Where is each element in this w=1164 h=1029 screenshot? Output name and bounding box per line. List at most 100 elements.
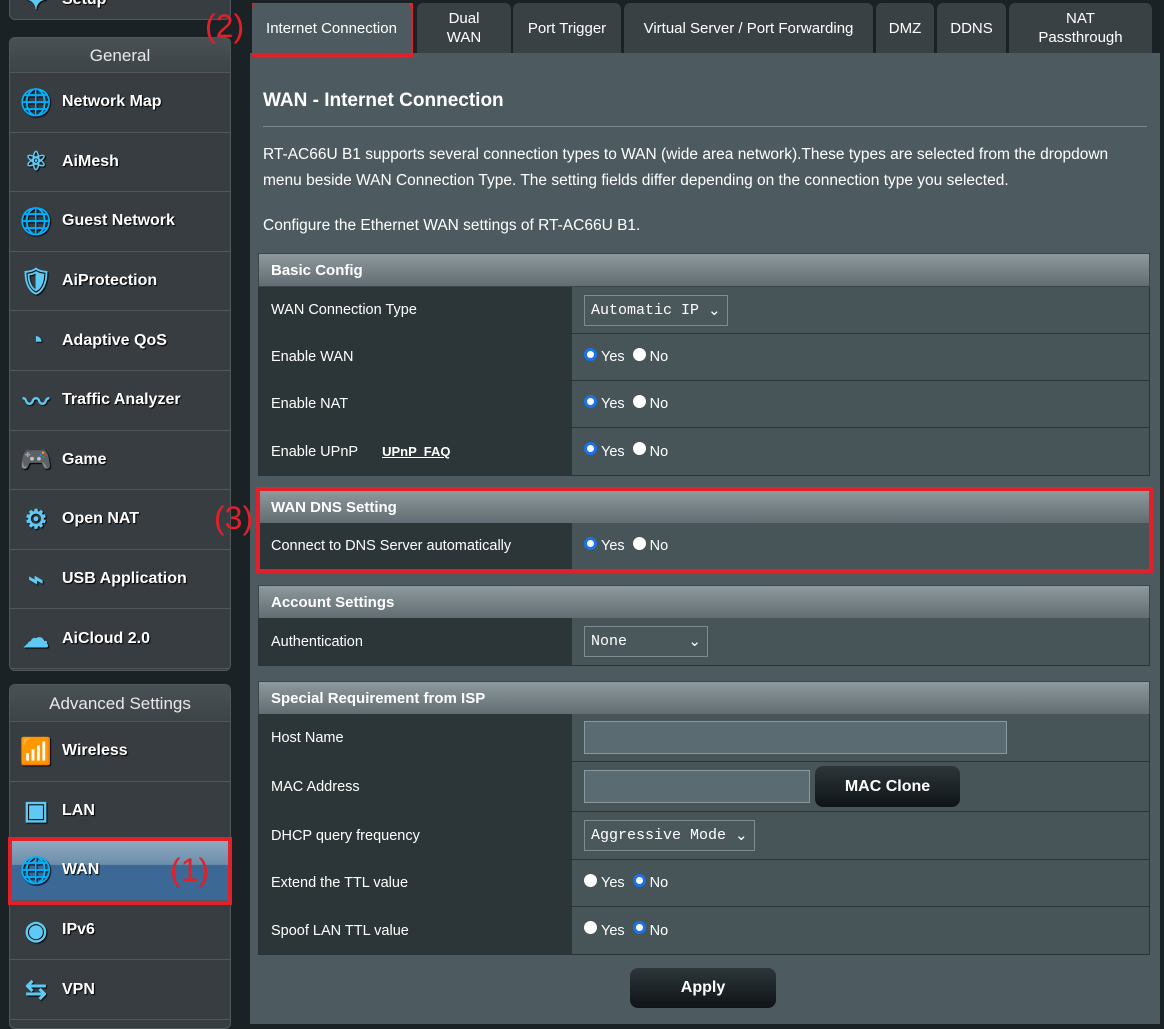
enable-wan-yes-radio[interactable] (584, 347, 597, 361)
tab-nat-passthrough[interactable]: NAT Passthrough (1009, 3, 1152, 53)
annotation-label: (1) (170, 852, 210, 888)
ttl-row: Extend the TTL value Yes No (258, 860, 1150, 907)
authentication-select[interactable]: None ⌄ (584, 626, 708, 657)
sidebar-item-label: Adaptive QoS (62, 331, 167, 349)
enable-upnp-yes-radio[interactable] (584, 442, 597, 455)
radio-label: Yes (601, 875, 625, 891)
sidebar-item-lan[interactable]: ▣ LAN (10, 782, 230, 842)
guest-globe-icon: 🌐 (19, 205, 53, 236)
sidebar-item-aiprotection[interactable]: 🛡 AiProtection (10, 252, 230, 312)
wand-icon: ✦ (18, 0, 54, 18)
sidebar-item-aicloud-2-0[interactable]: ☁ AiCloud 2.0 (10, 609, 230, 669)
enable-upnp-no-radio[interactable] (632, 442, 646, 455)
tab-port-trigger[interactable]: Port Trigger (513, 3, 621, 53)
sidebar-item-label: USB Application (62, 570, 187, 588)
isp-header: Special Requirement from ISP (258, 681, 1150, 715)
dhcp-frequency-select[interactable]: Aggressive Mode ⌄ (584, 820, 755, 851)
sidebar-item-open-nat[interactable]: ⚙ Open NAT (10, 490, 230, 550)
chevron-down-icon: ⌄ (726, 828, 748, 845)
radio-label: No (649, 396, 669, 412)
general-header: General (10, 38, 230, 73)
description: menu beside WAN Connection Type. The set… (263, 172, 1009, 189)
account-settings-header: Account Settings (258, 585, 1150, 619)
enable-nat-yes-radio[interactable] (584, 394, 597, 408)
label: Enable NAT (259, 381, 572, 427)
sidebar-item-network-map[interactable]: 🌐 Network Map (10, 73, 230, 133)
host-name-input[interactable] (584, 721, 1007, 754)
radio-label: Yes (601, 396, 625, 412)
annotation-label: (3) (214, 500, 254, 536)
mac-address-row: MAC Address MAC Clone (258, 762, 1150, 812)
tab-dual-wan[interactable]: Dual WAN (417, 3, 511, 53)
sidebar-item-ipv6[interactable]: ◉ IPv6 (10, 901, 230, 961)
label: DHCP query frequency (259, 812, 572, 859)
ttl-no-radio[interactable] (632, 873, 646, 887)
vpn-monitor-icon: ⇆ (25, 974, 47, 1005)
sidebar-item-vpn[interactable]: ⇆ VPN (10, 960, 230, 1020)
traffic-icon: 〰 (22, 386, 49, 417)
sidebar-item-label: LAN (62, 801, 95, 819)
label: WAN Connection Type (259, 287, 572, 333)
annotation-label: (2) (205, 8, 245, 44)
sidebar-item-label: Traffic Analyzer (62, 391, 181, 409)
ttl-yes-radio[interactable] (584, 873, 597, 887)
radio-label: No (649, 349, 669, 365)
radio-label: No (649, 922, 669, 939)
sidebar-item-guest-network[interactable]: 🌐 Guest Network (10, 192, 230, 252)
mesh-icon: ⚛ (24, 146, 48, 177)
sidebar-item-adaptive-qos[interactable]: ◔ Adaptive QoS (10, 311, 230, 371)
sidebar-item-label: AiMesh (62, 152, 119, 170)
upnp-faq-link[interactable]: UPnP FAQ (382, 444, 450, 459)
description: RT-AC66U B1 supports several connection … (263, 146, 1109, 163)
wan-type-row: WAN Connection Type Automatic IP ⌄ (258, 287, 1150, 334)
tab-virtual-server-port-forwarding[interactable]: Virtual Server / Port Forwarding (624, 3, 873, 53)
tab-dmz[interactable]: DMZ (876, 3, 934, 53)
spoof-ttl-row: Spoof LAN TTL value Yes No (258, 907, 1150, 955)
page-title: WAN - Internet Connection (263, 90, 504, 111)
label: Enable UPnP (271, 443, 359, 460)
ipv6-icon: ◉ (24, 914, 48, 945)
sidebar-item-game[interactable]: 🎮 Game (10, 431, 230, 491)
enable-wan-no-radio[interactable] (632, 347, 646, 361)
sidebar-setup[interactable]: ✦Setup (9, 0, 231, 20)
label: Enable WAN (259, 334, 572, 380)
label: MAC Address (259, 762, 572, 811)
lan-port-icon: ▣ (23, 795, 49, 826)
host-name-row: Host Name (258, 714, 1150, 762)
wan-connection-type-select[interactable]: Automatic IP ⌄ (584, 294, 728, 326)
radio-label: Yes (601, 443, 625, 460)
gauge-icon: ◔ (28, 325, 44, 356)
tab-ddns[interactable]: DDNS (937, 3, 1006, 53)
authentication-row: Authentication None ⌄ (258, 618, 1150, 666)
spoof-ttl-no-radio[interactable] (632, 921, 646, 934)
sidebar-item-traffic-analyzer[interactable]: 〰 Traffic Analyzer (10, 371, 230, 431)
divider (263, 126, 1147, 127)
basic-config-header: Basic Config (258, 253, 1150, 287)
dhcp-row: DHCP query frequency Aggressive Mode ⌄ (258, 812, 1150, 860)
mac-clone-button[interactable]: MAC Clone (815, 766, 960, 807)
sidebar-item-label: Network Map (62, 93, 162, 111)
sidebar-item-label: AiCloud 2.0 (62, 629, 151, 647)
radio-label: No (649, 875, 669, 891)
label: Authentication (259, 618, 572, 665)
advanced-header: Advanced Settings (10, 685, 230, 722)
sidebar-item-label: Open NAT (62, 510, 140, 528)
spoof-ttl-yes-radio[interactable] (584, 921, 597, 934)
enable-nat-no-radio[interactable] (632, 394, 646, 408)
apply-button[interactable]: Apply (630, 968, 776, 1008)
radio-label: Yes (601, 349, 625, 365)
chevron-down-icon: ⌄ (699, 302, 721, 320)
sidebar-item-label: IPv6 (62, 921, 95, 939)
open-nat-icon: ⚙ (24, 503, 48, 534)
sidebar-item-usb-application[interactable]: ⌁ USB Application (10, 550, 230, 610)
tab-internet-connection[interactable]: Internet Connection (252, 3, 411, 53)
sidebar-item-label: Game (62, 450, 107, 468)
sidebar-item-wireless[interactable]: 📶 Wireless (10, 722, 230, 782)
sidebar-item-aimesh[interactable]: ⚛ AiMesh (10, 133, 230, 193)
enable-nat-row: Enable NAT Yes No (258, 381, 1150, 428)
chevron-down-icon: ⌄ (688, 634, 701, 651)
radio-label: No (649, 443, 669, 460)
label: Extend the TTL value (259, 860, 572, 906)
mac-address-input[interactable] (584, 770, 810, 803)
usb-icon: ⌁ (28, 563, 44, 594)
